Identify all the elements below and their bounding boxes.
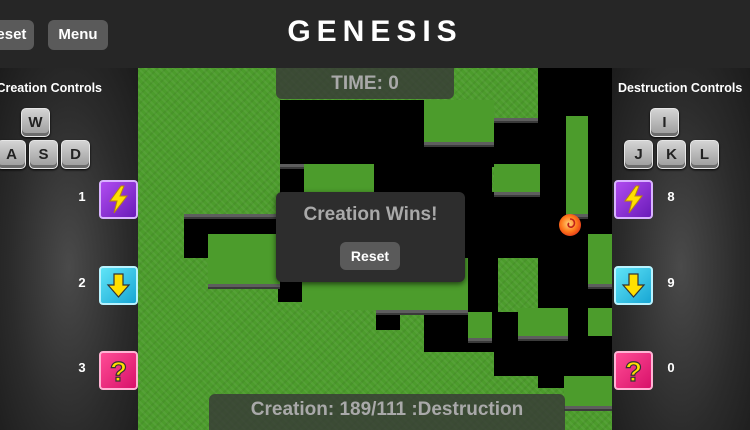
void-region xyxy=(494,352,564,376)
destruction-player-orb xyxy=(559,214,581,236)
grass-island xyxy=(494,164,540,192)
question-mark-icon: ? xyxy=(109,355,127,387)
svg-text:?: ? xyxy=(110,356,127,387)
arrow-down-icon xyxy=(621,273,646,298)
stone-ledge xyxy=(208,284,280,289)
top-bar: Reset Menu GENESIS xyxy=(0,0,750,68)
creation-controls-panel: Creation Controls W A S D 1 2 3 ? xyxy=(0,68,138,430)
creation-bolt-powerup[interactable] xyxy=(99,180,138,219)
creation-arrow-powerup[interactable] xyxy=(99,266,138,305)
void-region xyxy=(468,258,498,312)
grass-island xyxy=(588,234,612,284)
stone-ledge xyxy=(494,118,538,123)
stone-ledge xyxy=(564,406,612,411)
arrow-down-icon xyxy=(106,273,131,298)
stone-ledge xyxy=(424,142,494,147)
creation-bolt-count: 1 xyxy=(78,189,86,204)
destruction-question-powerup[interactable]: ? xyxy=(614,351,653,390)
stone-ledge xyxy=(280,164,304,169)
void-region xyxy=(492,120,540,167)
creation-question-powerup[interactable]: ? xyxy=(99,351,138,390)
key-i[interactable]: I xyxy=(650,108,679,137)
key-j[interactable]: J xyxy=(624,140,653,169)
destruction-bolt-count: 8 xyxy=(667,189,675,204)
time-display: TIME: 0 xyxy=(276,68,454,99)
stone-ledge xyxy=(184,214,280,219)
grass-island xyxy=(564,376,612,406)
result-reset-button[interactable]: Reset xyxy=(340,242,400,270)
void-region xyxy=(184,228,210,258)
stone-ledge xyxy=(518,336,568,341)
destruction-arrow-powerup[interactable] xyxy=(614,266,653,305)
destruction-controls-title: Destruction Controls xyxy=(618,81,743,95)
destruction-bolt-powerup[interactable] xyxy=(614,180,653,219)
question-mark-icon: ? xyxy=(624,355,642,387)
key-w[interactable]: W xyxy=(21,108,50,137)
stone-ledge xyxy=(468,338,492,343)
key-a[interactable]: A xyxy=(0,140,26,169)
destruction-arrow-count: 9 xyxy=(667,275,675,290)
game-title: GENESIS xyxy=(287,15,463,48)
result-dialog: Creation Wins! Reset xyxy=(276,192,465,282)
key-k[interactable]: K xyxy=(657,140,686,169)
void-region xyxy=(426,147,492,179)
creation-controls-title: Creation Controls xyxy=(0,81,102,95)
creation-question-count: 3 xyxy=(78,360,86,375)
lightning-bolt-icon xyxy=(624,185,644,214)
grass-island xyxy=(518,308,568,336)
void-region xyxy=(376,314,400,330)
grass-island xyxy=(566,116,588,214)
grass-island xyxy=(208,234,280,284)
key-s[interactable]: S xyxy=(29,140,58,169)
grass-island xyxy=(468,312,492,338)
destruction-controls-panel: Destruction Controls I J K L 8 9 ? 0 xyxy=(612,68,750,430)
creation-arrow-count: 2 xyxy=(78,275,86,290)
destruction-question-count: 0 xyxy=(667,360,675,375)
result-message: Creation Wins! xyxy=(303,204,438,225)
grass-island xyxy=(588,308,612,336)
swirl-icon xyxy=(567,218,576,228)
key-l[interactable]: L xyxy=(690,140,719,169)
lightning-bolt-icon xyxy=(109,185,129,214)
stone-ledge xyxy=(376,310,468,315)
stone-ledge xyxy=(588,284,612,289)
grass-island xyxy=(424,100,494,142)
key-d[interactable]: D xyxy=(61,140,90,169)
score-display: Creation: 189/111 :Destruction xyxy=(209,394,565,430)
stone-ledge xyxy=(494,192,540,197)
svg-text:?: ? xyxy=(625,356,642,387)
game-board[interactable]: TIME: 0 Creation Wins! Reset Creation: 1… xyxy=(138,68,612,430)
